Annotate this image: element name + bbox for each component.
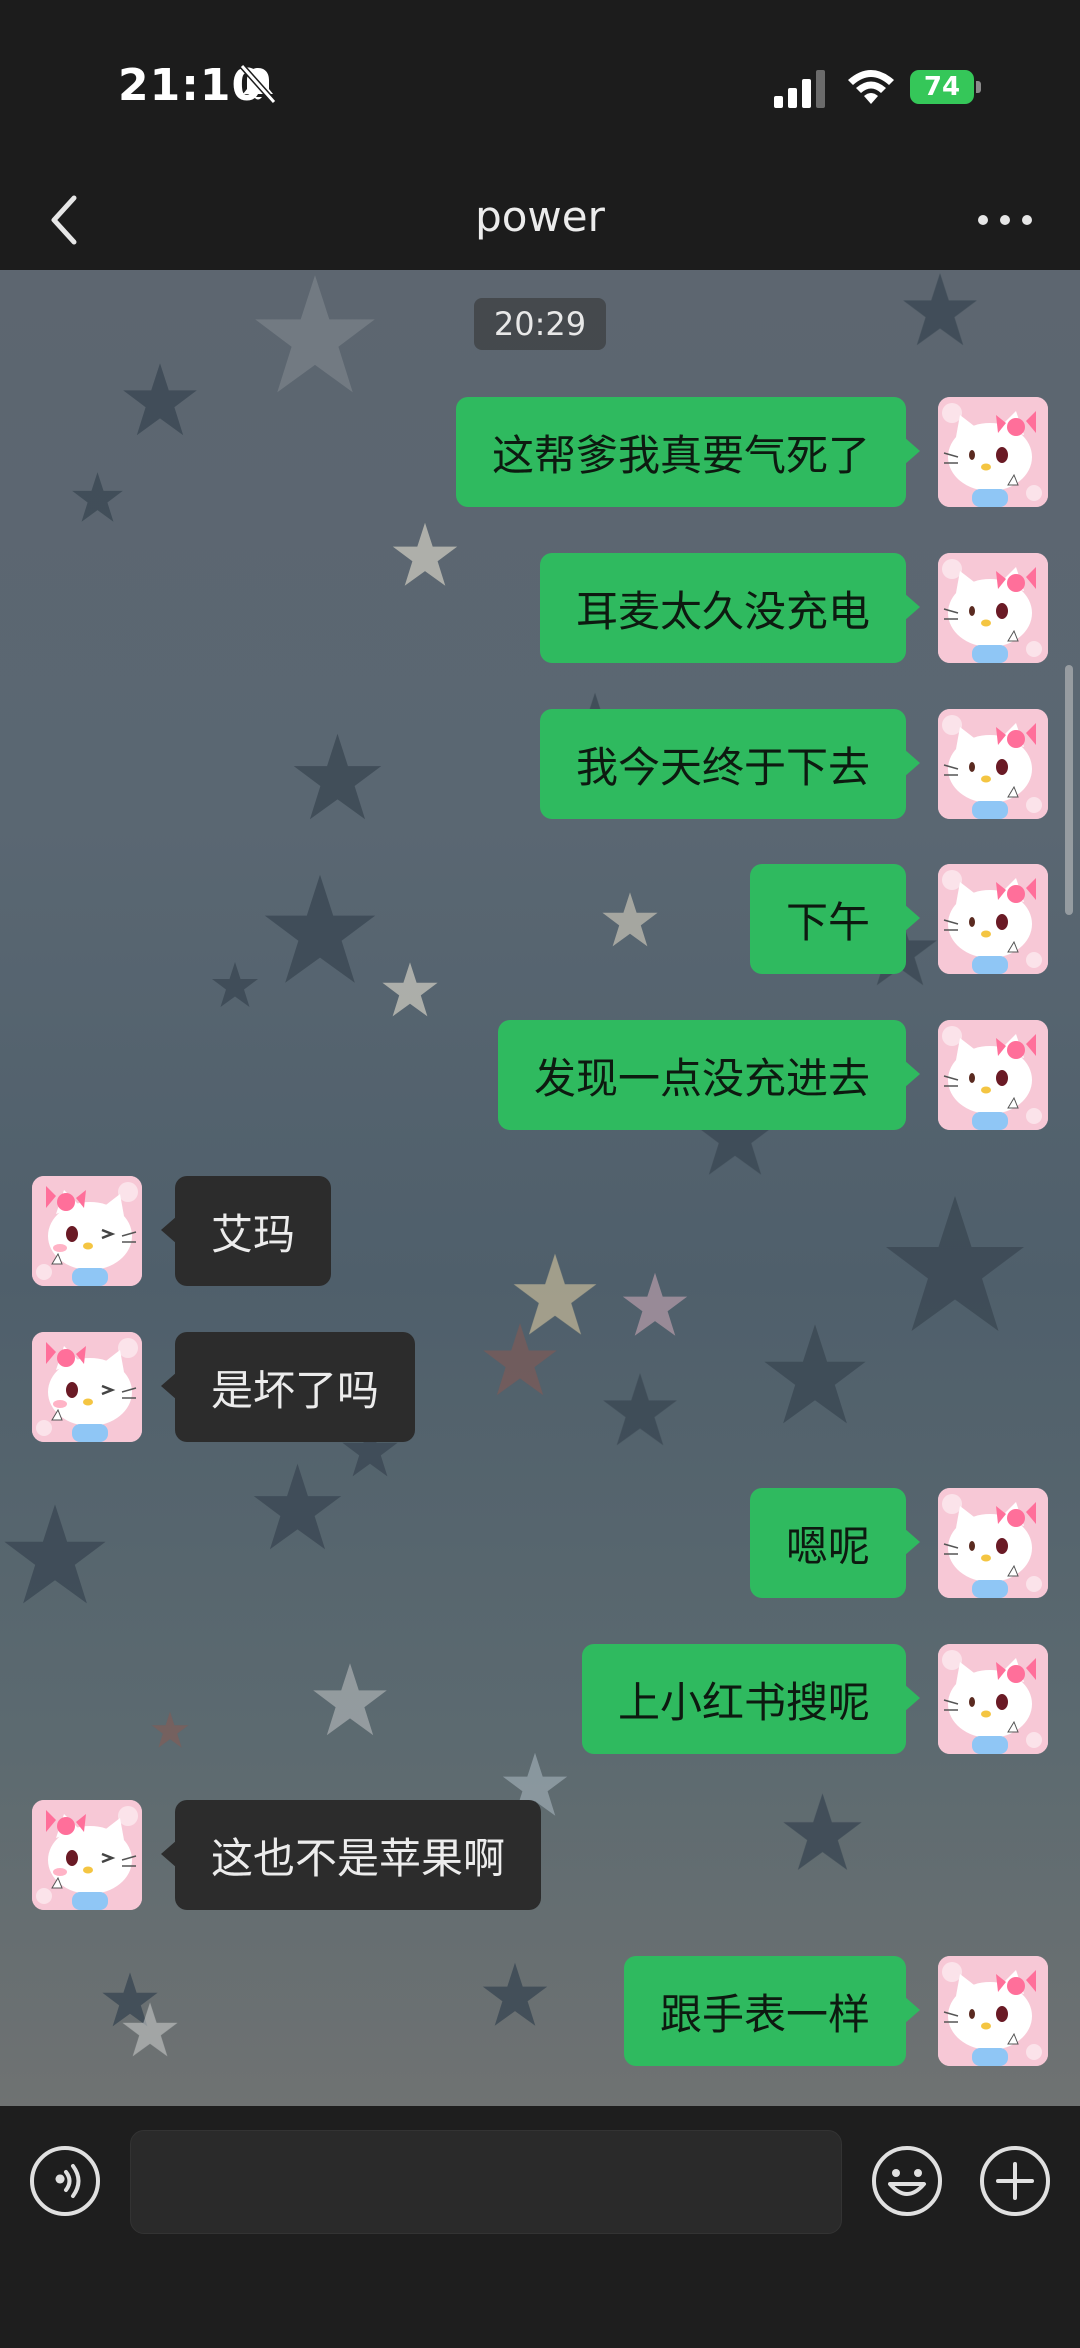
message-row-incoming: 这也不是苹果啊 xyxy=(0,1800,1080,1910)
message-input[interactable] xyxy=(130,2130,842,2234)
chat-title: power xyxy=(475,192,605,241)
my-avatar[interactable] xyxy=(938,1020,1048,1130)
message-bubble-outgoing[interactable]: 我今天终于下去 xyxy=(539,709,921,819)
message-row-outgoing: 跟手表一样 xyxy=(0,1956,1080,2066)
my-avatar[interactable] xyxy=(938,864,1048,974)
message-bubble-outgoing[interactable]: 上小红书搜呢 xyxy=(581,1644,921,1754)
contact-avatar[interactable] xyxy=(32,1332,142,1442)
battery-icon: 74 xyxy=(910,70,984,104)
wifi-icon xyxy=(848,70,894,104)
signal-icon xyxy=(774,70,825,108)
my-avatar[interactable] xyxy=(938,397,1048,507)
scrollbar-thumb[interactable] xyxy=(1065,665,1073,915)
message-bubble-outgoing[interactable]: 耳麦太久没充电 xyxy=(539,553,921,663)
message-timestamp: 20:29 xyxy=(474,298,606,350)
message-bubble-outgoing[interactable]: 跟手表一样 xyxy=(623,1956,921,2066)
status-bar: 21:10 74 xyxy=(0,0,1080,170)
message-row-incoming: 艾玛 xyxy=(0,1176,1080,1286)
battery-tip xyxy=(976,81,981,93)
chat-header: power xyxy=(0,170,1080,270)
message-bubble-incoming[interactable]: 艾玛 xyxy=(160,1176,332,1286)
message-bubble-incoming[interactable]: 这也不是苹果啊 xyxy=(160,1800,542,1910)
message-row-outgoing: 这帮爹我真要气死了 xyxy=(0,397,1080,507)
message-bubble-outgoing[interactable]: 下午 xyxy=(749,864,921,974)
message-row-outgoing: 下午 xyxy=(0,864,1080,974)
message-row-outgoing: 耳麦太久没充电 xyxy=(0,553,1080,663)
voice-icon[interactable] xyxy=(28,2144,102,2218)
battery-level: 74 xyxy=(910,70,974,104)
my-avatar[interactable] xyxy=(938,553,1048,663)
my-avatar[interactable] xyxy=(938,1488,1048,1598)
plus-icon[interactable] xyxy=(978,2144,1052,2218)
my-avatar[interactable] xyxy=(938,1956,1048,2066)
emoji-icon[interactable] xyxy=(870,2144,944,2218)
ellipsis-icon[interactable] xyxy=(970,192,1040,248)
message-row-incoming: 是坏了吗 xyxy=(0,1332,1080,1442)
message-bubble-outgoing[interactable]: 发现一点没充进去 xyxy=(497,1020,921,1130)
message-row-outgoing: 发现一点没充进去 xyxy=(0,1020,1080,1130)
message-row-outgoing: 上小红书搜呢 xyxy=(0,1644,1080,1754)
contact-avatar[interactable] xyxy=(32,1800,142,1910)
message-bubble-outgoing[interactable]: 这帮爹我真要气死了 xyxy=(455,397,921,507)
my-avatar[interactable] xyxy=(938,709,1048,819)
bell-slash-icon xyxy=(239,64,277,104)
message-bubble-incoming[interactable]: 是坏了吗 xyxy=(160,1332,416,1442)
message-input-bar xyxy=(0,2106,1080,2348)
message-row-outgoing: 我今天终于下去 xyxy=(0,709,1080,819)
message-row-outgoing: 嗯呢 xyxy=(0,1488,1080,1598)
contact-avatar[interactable] xyxy=(32,1176,142,1286)
my-avatar[interactable] xyxy=(938,1644,1048,1754)
message-bubble-outgoing[interactable]: 嗯呢 xyxy=(749,1488,921,1598)
chat-message-list[interactable]: 20:29 这帮爹我真要气死了 耳麦太久没充电 我今天终于下去 下午 发现一点没… xyxy=(0,270,1080,2106)
